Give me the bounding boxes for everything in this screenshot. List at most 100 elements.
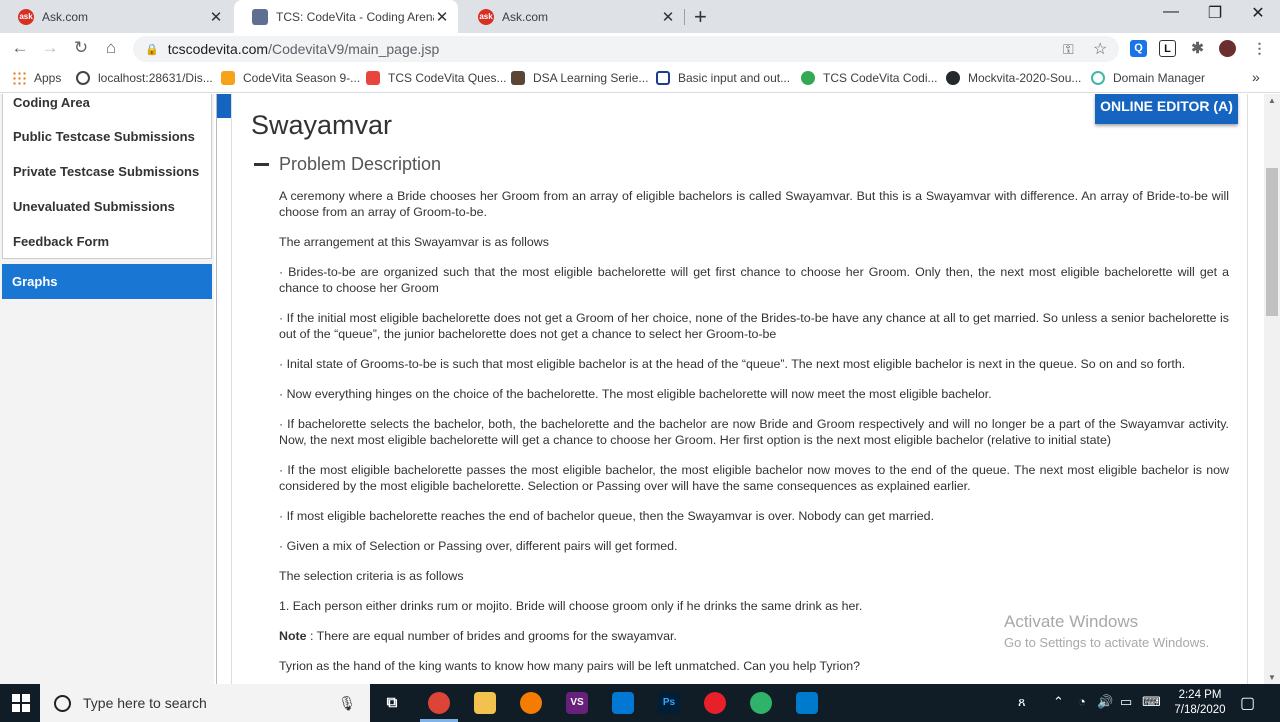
header-accent-bar: [217, 94, 231, 118]
extensions-puzzle-icon[interactable]: ✱: [1189, 40, 1206, 57]
tab-ask-1[interactable]: ask Ask.com ✕: [0, 0, 232, 33]
bookmark-tcs-questions[interactable]: TCS CodeVita Ques...: [366, 71, 507, 85]
scroll-up-arrow-icon[interactable]: ▲: [1264, 96, 1280, 105]
bookmark-label: Basic input and out...: [678, 71, 791, 85]
problem-description-toggle[interactable]: Problem Description: [254, 154, 441, 175]
tcs-favicon: [252, 8, 268, 25]
bookmark-label: TCS CodeVita Codi...: [823, 71, 938, 85]
search-placeholder: Type here to search: [83, 695, 207, 711]
description-paragraph: · If the most eligible bachelorette pass…: [279, 463, 1229, 493]
store-icon[interactable]: [612, 692, 634, 714]
file-explorer-icon[interactable]: [474, 692, 496, 714]
scrollbar-thumb[interactable]: [1266, 168, 1278, 316]
close-tab-icon[interactable]: ✕: [208, 8, 224, 26]
page-scrollbar[interactable]: ▲ ▼: [1264, 94, 1280, 684]
photoshop-icon[interactable]: Ps: [658, 692, 680, 714]
description-paragraph: · If most eligible bachelorette reaches …: [279, 509, 935, 523]
address-bar[interactable]: 🔒 tcscodevita.com/CodevitaV9/main_page.j…: [133, 36, 1119, 62]
forward-icon[interactable]: →: [38, 38, 62, 58]
bookmark-domain-manager[interactable]: Domain Manager: [1091, 71, 1205, 85]
volume-icon[interactable]: 🔊: [1097, 694, 1113, 710]
notifications-icon[interactable]: ▢: [1240, 693, 1255, 713]
bookmark-label: localhost:28631/Dis...: [98, 71, 213, 85]
taskbar-clock[interactable]: 2:24 PM 7/18/2020: [1170, 688, 1230, 718]
tab-ask-2[interactable]: ask Ask.com ✕: [460, 0, 684, 33]
tab-title: Ask.com: [42, 9, 89, 24]
description-paragraph: · If bachelorette selects the bachelor, …: [279, 417, 1229, 447]
page-viewport: Coding Area Public Testcase Submissions …: [0, 94, 1264, 684]
opera-icon[interactable]: [704, 692, 726, 714]
close-tab-icon[interactable]: ✕: [434, 8, 450, 26]
description-paragraph: A ceremony where a Bride chooses her Gro…: [279, 189, 1229, 219]
bookmark-star-icon[interactable]: ☆: [1093, 39, 1107, 59]
task-view-icon[interactable]: ⧉: [381, 692, 403, 714]
chrome-icon[interactable]: [428, 692, 450, 714]
visual-studio-icon[interactable]: VS: [566, 692, 588, 714]
apps-grid-icon: [12, 71, 26, 85]
wifi-icon[interactable]: ◔: [1078, 694, 1086, 709]
keyboard-icon[interactable]: ⌨: [1142, 694, 1161, 710]
problem-panel: ONLINE EDITOR (A) Swayamvar Problem Desc…: [231, 94, 1248, 684]
bookmark-tcs-coding[interactable]: TCS CodeVita Codi...: [801, 71, 938, 85]
key-icon[interactable]: ⚿: [1063, 41, 1074, 58]
bookmark-dsa-learning[interactable]: DSA Learning Serie...: [511, 71, 648, 85]
note-text: : There are equal number of brides and g…: [306, 629, 677, 643]
windows-start-icon[interactable]: [12, 694, 30, 712]
edge-icon[interactable]: [750, 692, 772, 714]
maximize-button[interactable]: ❐: [1192, 3, 1238, 23]
tab-codevita[interactable]: TCS: CodeVita - Coding Arena ✕: [234, 0, 458, 33]
minimize-button[interactable]: —: [1148, 3, 1194, 21]
problem-description: A ceremony where a Bride chooses her Gro…: [279, 188, 1229, 684]
bookmark-localhost[interactable]: localhost:28631/Dis...: [76, 71, 213, 85]
close-tab-icon[interactable]: ✕: [660, 8, 676, 26]
menu-kebab-icon[interactable]: ⋮: [1251, 40, 1268, 57]
l-extension-icon[interactable]: L: [1159, 40, 1176, 57]
sidebar-item-unevaluated[interactable]: Unevaluated Submissions: [13, 199, 175, 214]
section-title: Problem Description: [279, 154, 442, 174]
tab-title: TCS: CodeVita - Coding Arena: [276, 9, 434, 24]
bookmark-apps[interactable]: Apps: [12, 71, 61, 85]
description-paragraph: The arrangement at this Swayamvar is as …: [279, 235, 549, 249]
watermark-line-1: Activate Windows: [1004, 612, 1139, 631]
cortana-circle-icon: [54, 694, 71, 712]
bookmark-label: Apps: [34, 71, 62, 85]
sidebar-item-coding-area[interactable]: Coding Area: [13, 95, 90, 110]
bookmark-mockvita[interactable]: Mockvita-2020-Sou...: [946, 71, 1081, 85]
sidebar-item-feedback[interactable]: Feedback Form: [13, 234, 109, 249]
description-paragraph: · Given a mix of Selection or Passing ov…: [279, 539, 678, 553]
battery-icon[interactable]: ▭: [1120, 694, 1132, 710]
windows-taskbar: Type here to search 🎙 ⧉ VS Ps ጸ ⌃ ◔ 🔊 ▭ …: [0, 684, 1280, 722]
globe-icon: [76, 71, 90, 85]
sidebar-item-private-testcase[interactable]: Private Testcase Submissions: [13, 164, 199, 179]
description-paragraph: Tyrion as the hand of the king wants to …: [279, 659, 861, 673]
domain-icon: [1091, 71, 1105, 85]
online-editor-button[interactable]: ONLINE EDITOR (A): [1095, 94, 1238, 124]
microphone-icon[interactable]: 🎙: [338, 695, 356, 712]
sidebar-item-public-testcase[interactable]: Public Testcase Submissions: [13, 129, 195, 144]
firefox-icon[interactable]: [520, 692, 542, 714]
search-extension-icon[interactable]: Q: [1130, 40, 1147, 57]
bookmark-basic-io[interactable]: Basic input and out...: [656, 71, 790, 85]
back-icon[interactable]: ←: [8, 38, 32, 58]
ask-favicon: ask: [478, 8, 494, 25]
github-icon: [946, 71, 960, 85]
more-bookmarks-button[interactable]: »: [1252, 69, 1260, 85]
scroll-down-arrow-icon[interactable]: ▼: [1264, 673, 1280, 682]
sidebar-menu: Coding Area Public Testcase Submissions …: [2, 94, 212, 259]
profile-avatar[interactable]: [1219, 40, 1236, 57]
home-icon[interactable]: ⌂: [99, 38, 123, 58]
tray-chevron-icon[interactable]: ⌃: [1053, 694, 1064, 710]
bookmark-codevita-season[interactable]: CodeVita Season 9-...: [221, 71, 360, 85]
sidebar: Coding Area Public Testcase Submissions …: [0, 94, 214, 684]
description-paragraph: The selection criteria is as follows: [279, 569, 464, 583]
vscode-icon[interactable]: [796, 692, 818, 714]
bookmark-label: CodeVita Season 9-...: [243, 71, 361, 85]
close-window-button[interactable]: ✕: [1235, 3, 1280, 23]
clock-time: 2:24 PM: [1178, 689, 1222, 701]
sidebar-divider: [216, 94, 217, 684]
reload-icon[interactable]: ↻: [69, 38, 93, 58]
taskbar-search[interactable]: Type here to search 🎙: [40, 684, 370, 722]
sidebar-item-graphs[interactable]: Graphs: [2, 264, 212, 299]
new-tab-button[interactable]: +: [694, 4, 707, 30]
people-icon[interactable]: ጸ: [1018, 694, 1026, 710]
